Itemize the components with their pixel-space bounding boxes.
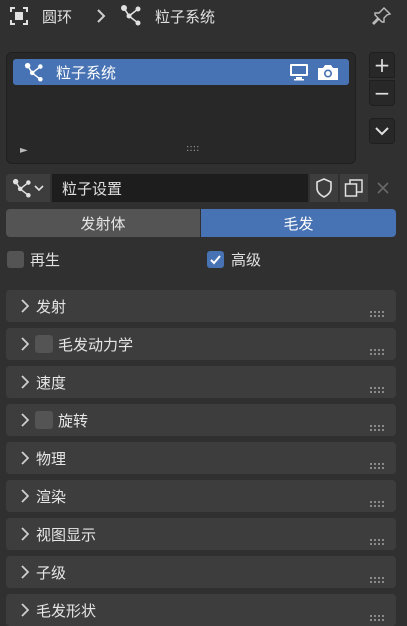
- panel-children[interactable]: 子级: [6, 556, 396, 588]
- panel-rotation[interactable]: 旋转: [6, 404, 396, 436]
- play-icon[interactable]: ►: [20, 145, 28, 156]
- panel-label: 发射: [36, 298, 67, 316]
- regrow-label: 再生: [30, 251, 61, 269]
- panel-label: 物理: [36, 450, 67, 468]
- add-button[interactable]: +: [369, 52, 395, 78]
- regrow-checkbox[interactable]: [7, 251, 24, 268]
- panel-hair-shape[interactable]: 毛发形状: [6, 594, 396, 626]
- panel-render[interactable]: 渲染: [6, 480, 396, 512]
- close-icon: [377, 182, 389, 194]
- panel-viewport-display[interactable]: 视图显示: [6, 518, 396, 550]
- drag-handle-icon[interactable]: [370, 379, 386, 393]
- drag-handle-icon[interactable]: [370, 455, 386, 469]
- fake-user-button[interactable]: [310, 174, 338, 202]
- advanced-label: 高级: [231, 251, 262, 269]
- panel-hair-dynamics[interactable]: 毛发动力学: [6, 328, 396, 360]
- remove-button[interactable]: −: [369, 80, 395, 106]
- chevron-down-icon: [34, 184, 44, 192]
- specials-menu-button[interactable]: [369, 118, 395, 144]
- chevron-down-icon: [375, 126, 389, 136]
- panel-label: 视图显示: [36, 526, 97, 544]
- drag-handle-icon[interactable]: [370, 607, 386, 621]
- chevron-right-icon: [18, 488, 30, 504]
- list-item-label: 粒子系统: [56, 64, 117, 82]
- drag-handle-icon[interactable]: [370, 303, 386, 317]
- particle-system-name[interactable]: 粒子系统: [155, 6, 215, 27]
- pin-icon[interactable]: [370, 4, 394, 28]
- panel-label: 渲染: [36, 488, 67, 506]
- regrow-option[interactable]: 再生: [6, 251, 126, 271]
- list-item[interactable]: 粒子系统: [13, 59, 349, 85]
- particle-settings-selector: 粒子设置: [6, 174, 396, 202]
- advanced-checkbox[interactable]: [207, 251, 224, 268]
- particle-system-icon: [23, 61, 45, 83]
- camera-icon[interactable]: [316, 63, 340, 81]
- drag-handle-icon[interactable]: [370, 493, 386, 507]
- settings-browse-button[interactable]: [6, 174, 50, 202]
- chevron-right-icon: [18, 412, 30, 428]
- panel-enable-checkbox[interactable]: [35, 411, 53, 429]
- duplicate-icon: [344, 178, 364, 198]
- panel-velocity[interactable]: 速度: [6, 366, 396, 398]
- particle-system-icon: [12, 178, 32, 198]
- object-name[interactable]: 圆环: [42, 6, 72, 27]
- drag-handle-icon[interactable]: [370, 417, 386, 431]
- panel-emission[interactable]: 发射: [6, 290, 396, 322]
- chevron-right-icon: [18, 374, 30, 390]
- drag-handle-icon[interactable]: [370, 341, 386, 355]
- unlink-button[interactable]: [370, 174, 396, 202]
- breadcrumb-header: 圆环 粒子系统: [0, 0, 407, 34]
- chevron-right-icon: [18, 564, 30, 580]
- panel-physics[interactable]: 物理: [6, 442, 396, 474]
- check-icon: [209, 253, 222, 266]
- panel-enable-checkbox[interactable]: [35, 335, 53, 353]
- tab-emitter[interactable]: 发射体: [6, 209, 200, 237]
- panel-label: 旋转: [58, 412, 89, 430]
- drag-handle-icon[interactable]: [370, 531, 386, 545]
- panel-label: 毛发形状: [36, 602, 97, 620]
- duplicate-button[interactable]: [340, 174, 368, 202]
- settings-name: 粒子设置: [62, 180, 123, 198]
- chevron-right-icon: [18, 450, 30, 466]
- resize-grip[interactable]: ::::: [186, 143, 199, 154]
- settings-name-field[interactable]: 粒子设置: [52, 174, 308, 202]
- panel-label: 子级: [36, 564, 67, 582]
- chevron-right-icon: [18, 602, 30, 618]
- shield-icon: [315, 178, 333, 198]
- tab-hair[interactable]: 毛发: [201, 209, 396, 237]
- chevron-right-icon: [18, 526, 30, 542]
- object-icon[interactable]: [8, 5, 30, 27]
- chevron-right-icon: [18, 336, 30, 352]
- panel-label: 速度: [36, 374, 67, 392]
- particle-system-icon: [120, 4, 142, 26]
- drag-handle-icon[interactable]: [370, 569, 386, 583]
- chevron-right-icon: [18, 298, 30, 314]
- advanced-option[interactable]: 高级: [207, 251, 327, 271]
- panel-label: 毛发动力学: [58, 336, 134, 354]
- chevron-right-icon: [92, 6, 110, 26]
- monitor-icon[interactable]: [288, 63, 310, 81]
